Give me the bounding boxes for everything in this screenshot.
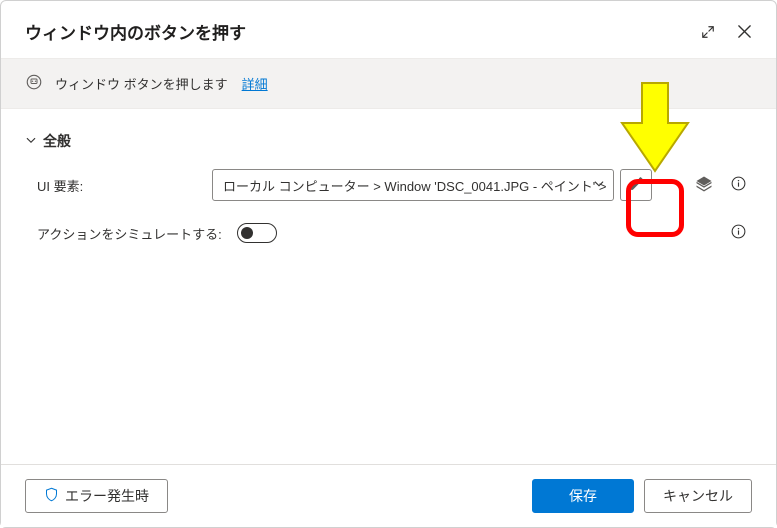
header-actions [701,24,752,39]
label-simulate-action: アクションをシミュレートする: [37,224,237,243]
info-button[interactable] [726,173,750,197]
info-bar-text: ウィンドウ ボタンを押します [55,74,228,93]
dialog-header: ウィンドウ内のボタンを押す [1,1,776,58]
info-bar: ウィンドウ ボタンを押します 詳細 [1,58,776,109]
save-label: 保存 [569,486,597,506]
cancel-label: キャンセル [663,486,733,506]
layers-icon [695,175,713,196]
pencil-icon [628,175,645,195]
row-simulate-action: アクションをシミュレートする: [25,221,752,245]
cancel-button[interactable]: キャンセル [644,479,752,513]
on-error-label: エラー発生時 [65,486,149,506]
content-area: 全般 UI 要素: ローカル コンピューター > Window 'DSC_004… [1,109,776,275]
ui-element-dropdown[interactable]: ローカル コンピューター > Window 'DSC_0041.JPG - ペイ… [212,169,614,201]
edit-button[interactable] [620,169,652,201]
robot-icon [25,73,43,94]
close-icon[interactable] [737,24,752,39]
info-icon [730,175,747,195]
simulate-action-toggle[interactable] [237,223,277,243]
shield-icon [44,487,59,505]
section-title: 全般 [43,131,71,151]
ui-element-value: ローカル コンピューター > Window 'DSC_0041.JPG - ペイ… [223,176,607,195]
label-ui-element: UI 要素: [37,176,212,195]
layers-button[interactable] [692,173,716,197]
dialog-title: ウィンドウ内のボタンを押す [25,19,246,44]
info-button[interactable] [726,221,750,245]
save-button[interactable]: 保存 [532,479,634,513]
expand-icon[interactable] [701,25,715,39]
chevron-down-icon [25,133,37,149]
details-link[interactable]: 詳細 [242,74,268,93]
info-icon [730,223,747,243]
dialog-footer: エラー発生時 保存 キャンセル [1,464,776,527]
row-ui-element: UI 要素: ローカル コンピューター > Window 'DSC_0041.J… [25,169,752,201]
on-error-button[interactable]: エラー発生時 [25,479,168,513]
section-header-general[interactable]: 全般 [25,131,752,151]
